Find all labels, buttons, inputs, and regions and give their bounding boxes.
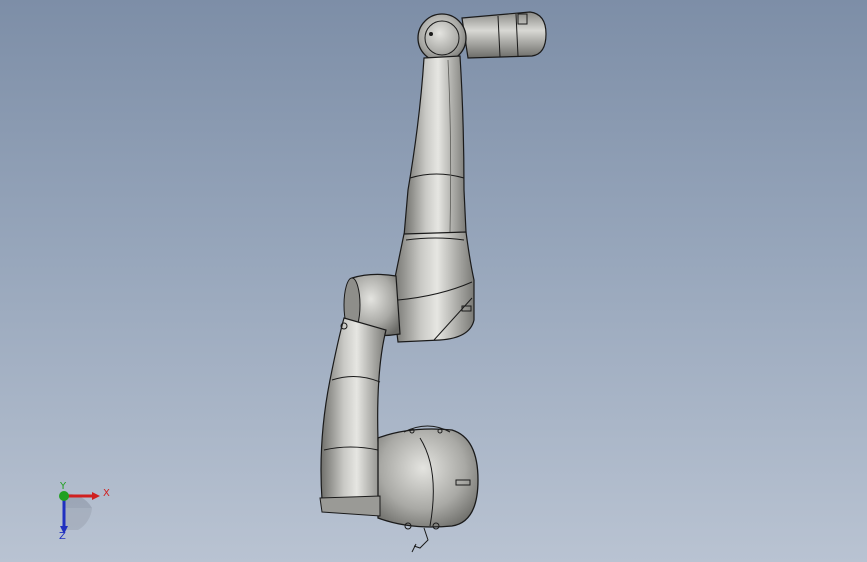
upper-link[interactable] [403,55,467,237]
lower-link[interactable] [320,317,387,501]
robot-arm-model[interactable] [0,0,867,562]
x-axis-label: X [103,488,110,499]
graphics-viewport[interactable]: X Y Z [0,0,867,562]
reference-triad: X Y Z [40,482,120,552]
y-axis-label: Y [60,481,67,492]
wrist-housing[interactable] [417,11,547,63]
z-axis-label: Z [59,531,66,542]
